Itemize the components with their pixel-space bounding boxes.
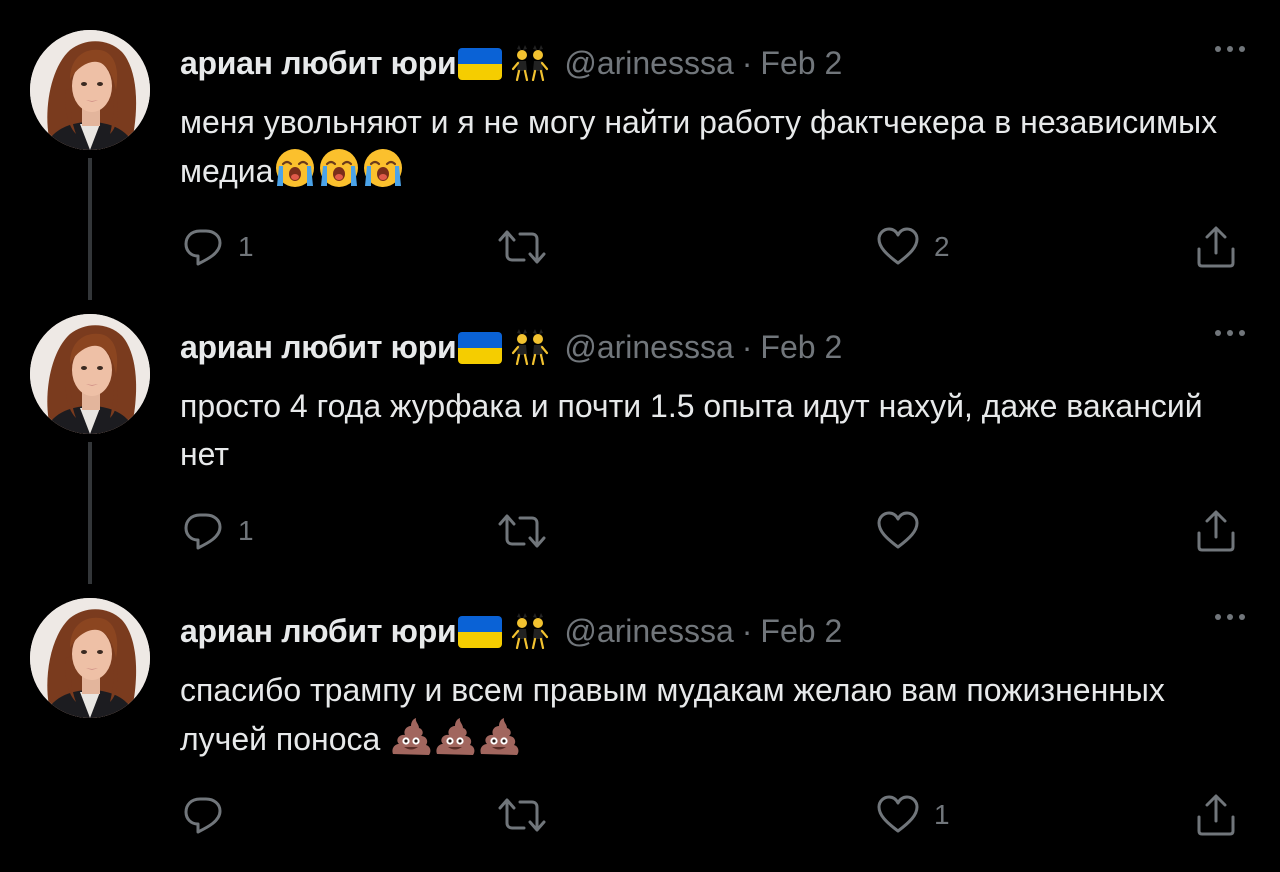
tweet[interactable]: ариан любит юри @arinesssa · Feb 2 меня … [0,0,1280,300]
tweet-date[interactable]: Feb 2 [760,613,842,650]
tweet-text-content: спасибо трампу и всем правым мудакам жел… [180,672,1165,757]
like-count: 2 [934,231,950,262]
tweet-text: меня увольняют и я не могу найти работу … [180,98,1230,203]
retweet-icon [498,227,546,267]
more-options-icon[interactable] [1210,318,1250,348]
pile-of-poo-icon [433,714,477,771]
share-button[interactable] [1196,222,1236,272]
separator: · [741,44,753,81]
reply-button[interactable]: 1 [184,222,254,272]
pile-of-poo-icon [477,714,521,771]
tweet-date[interactable]: Feb 2 [760,45,842,82]
tweet-date[interactable]: Feb 2 [760,329,842,366]
tweet[interactable]: ариан любит юри @arinesssa · Feb 2 спаси… [0,568,1280,852]
tweet-header: ариан любит юри @arinesssa · Feb 2 [180,608,842,654]
dancing-women-emoji-icon [510,613,550,654]
more-options-icon[interactable] [1210,602,1250,632]
heart-icon [876,227,920,267]
action-bar: 1 [0,506,1280,556]
ukraine-flag-icon [458,48,503,80]
share-icon [1196,793,1236,837]
pile-of-poo-icon [389,714,433,771]
action-bar: 1 2 [0,222,1280,272]
reply-icon [184,227,224,267]
dancing-women-emoji-icon [510,45,550,86]
reply-count: 1 [238,231,254,262]
retweet-icon [498,511,546,551]
reply-button[interactable]: 1 [184,506,254,556]
retweet-icon [498,795,546,835]
loudly-crying-face-icon [361,146,405,203]
retweet-button[interactable] [498,790,560,840]
loudly-crying-face-icon [273,146,317,203]
avatar[interactable] [30,30,150,150]
dancing-women-emoji-icon [510,329,550,370]
reply-count: 1 [238,515,254,546]
like-button[interactable] [876,506,934,556]
reply-button[interactable] [184,790,238,840]
tweet-text-content: просто 4 года журфака и почти 1.5 опыта … [180,388,1203,472]
separator: · [741,328,753,365]
loudly-crying-face-icon [317,146,361,203]
display-name[interactable]: ариан любит юри [180,45,457,82]
handle[interactable]: @arinesssa [564,45,733,82]
avatar[interactable] [30,598,150,718]
like-button[interactable]: 1 [876,790,950,840]
tweet-header: ариан любит юри @arinesssa · Feb 2 [180,324,842,370]
separator: · [741,612,753,649]
tweet-header: ариан любит юри @arinesssa · Feb 2 [180,40,842,86]
ukraine-flag-icon [458,332,503,364]
share-button[interactable] [1196,506,1236,556]
handle[interactable]: @arinesssa [564,613,733,650]
retweet-button[interactable] [498,222,560,272]
like-button[interactable]: 2 [876,222,950,272]
avatar[interactable] [30,314,150,434]
display-name[interactable]: ариан любит юри [180,613,457,650]
share-icon [1196,225,1236,269]
tweet-text: спасибо трампу и всем правым мудакам жел… [180,666,1230,771]
like-count: 1 [934,799,950,830]
tweet[interactable]: ариан любит юри @arinesssa · Feb 2 прост… [0,284,1280,584]
reply-icon [184,795,224,835]
share-button[interactable] [1196,790,1236,840]
more-options-icon[interactable] [1210,34,1250,64]
handle[interactable]: @arinesssa [564,329,733,366]
heart-icon [876,795,920,835]
action-bar: 1 [0,790,1280,840]
reply-icon [184,511,224,551]
display-name[interactable]: ариан любит юри [180,329,457,366]
retweet-button[interactable] [498,506,560,556]
share-icon [1196,509,1236,553]
heart-icon [876,511,920,551]
tweet-text: просто 4 года журфака и почти 1.5 опыта … [180,382,1230,478]
ukraine-flag-icon [458,616,503,648]
